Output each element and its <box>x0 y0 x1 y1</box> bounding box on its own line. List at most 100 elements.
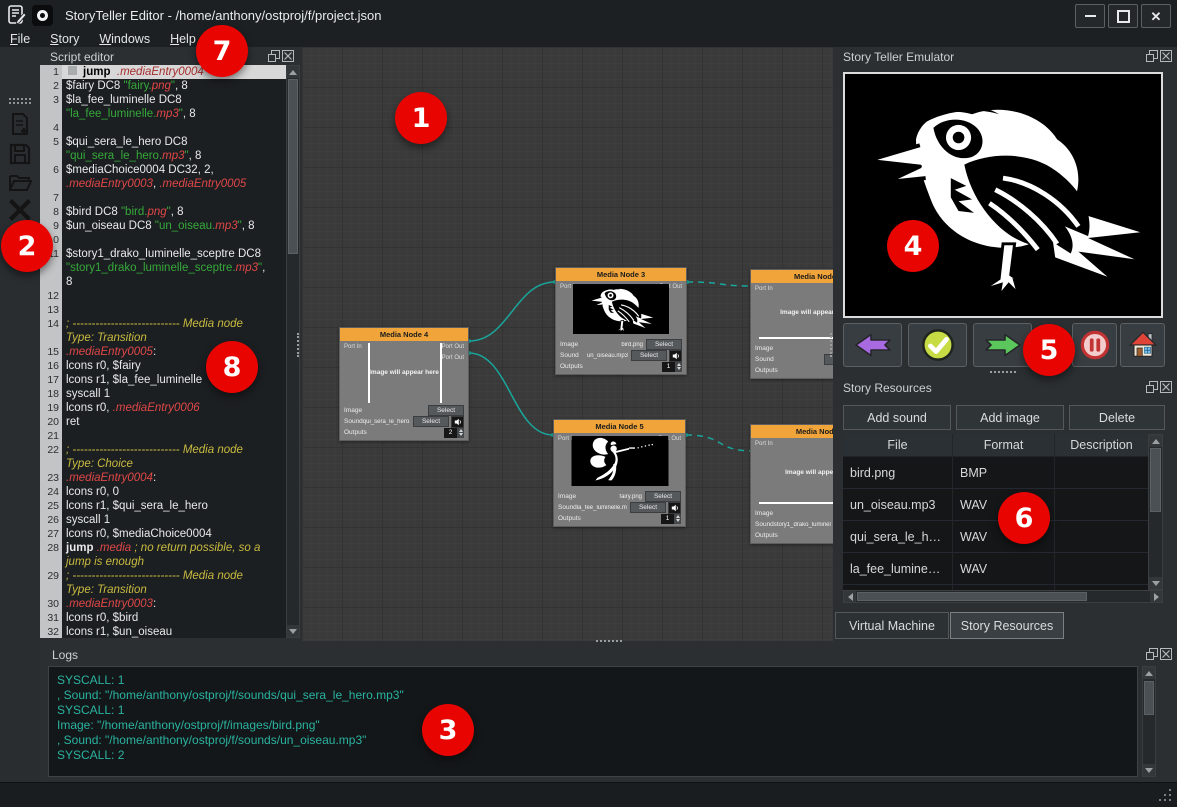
open-button[interactable] <box>8 169 32 195</box>
code-line[interactable]: 1jump .mediaEntry0004 <box>40 65 286 79</box>
node-title[interactable]: Media Node 6 <box>751 425 833 438</box>
port-out[interactable]: Port Out <box>442 355 464 361</box>
home-button[interactable] <box>1120 323 1165 367</box>
select-button[interactable]: Select <box>645 491 681 502</box>
column-header[interactable]: Description <box>1055 434 1148 456</box>
spinner-arrows[interactable] <box>674 514 681 524</box>
code-line[interactable]: jump is enough <box>40 555 286 569</box>
media-node[interactable]: Media Node 3Port InPort Out Imagebird.pn… <box>555 267 687 375</box>
resources-table-hscrollbar[interactable] <box>843 590 1163 603</box>
outputs-spinner[interactable]: 1 <box>662 362 675 372</box>
table-row[interactable]: qui_sera_le_h…WAV <box>843 521 1148 553</box>
splitter-editor-canvas[interactable] <box>297 333 299 357</box>
code-line[interactable]: 32lcons r1, $un_oiseau <box>40 625 286 638</box>
code-line[interactable]: 5$qui_sera_le_hero DC8 <box>40 135 286 149</box>
validate-button[interactable] <box>908 323 967 367</box>
close-panel-icon[interactable] <box>282 50 294 62</box>
resources-table[interactable]: FileFormatDescriptionbird.pngBMPun_oisea… <box>843 434 1148 590</box>
tab-story-resources[interactable]: Story Resources <box>950 612 1064 639</box>
column-header[interactable]: File <box>843 434 953 456</box>
close-panel-icon[interactable] <box>1160 50 1172 62</box>
menu-story[interactable]: Story <box>40 31 89 47</box>
media-node[interactable]: Media Node 5Port InPort Out Imagefairy.p… <box>553 419 686 527</box>
pause-button[interactable] <box>1072 323 1117 367</box>
close-panel-icon[interactable] <box>1160 381 1172 393</box>
float-panel-icon[interactable] <box>1146 50 1158 62</box>
table-row[interactable]: un_oiseau.mp3WAV <box>843 489 1148 521</box>
media-node[interactable]: Media NodePort InImage will appear hereI… <box>750 269 833 379</box>
code-line[interactable]: 12 <box>40 289 286 303</box>
code-line[interactable]: 19lcons r0, .mediaEntry0006 <box>40 401 286 415</box>
code-line[interactable]: 23.mediaEntry0004: <box>40 471 286 485</box>
node-title[interactable]: Media Node 3 <box>556 268 686 281</box>
add-image-button[interactable]: Add image <box>956 405 1064 430</box>
float-panel-icon[interactable] <box>268 50 280 62</box>
select-button[interactable]: Select <box>630 502 666 513</box>
outputs-spinner[interactable]: 2 <box>444 428 457 438</box>
minimize-button[interactable] <box>1075 4 1105 28</box>
code-line[interactable]: 26syscall 1 <box>40 513 286 527</box>
node-graph-canvas[interactable]: Media Node 4Port InPort OutPort OutImage… <box>302 47 833 641</box>
table-row[interactable]: bird.pngBMP <box>843 457 1148 489</box>
code-line[interactable]: 31lcons r0, $bird <box>40 611 286 625</box>
save-button[interactable] <box>8 141 32 167</box>
new-script-button[interactable] <box>8 111 32 137</box>
logs-output[interactable]: SYSCALL: 1, Sound: "/home/anthony/ostpro… <box>48 666 1138 777</box>
maximize-button[interactable] <box>1108 4 1138 28</box>
code-line[interactable]: 2$fairy DC8 "fairy.png", 8 <box>40 79 286 93</box>
code-line[interactable]: .mediaEntry0003, .mediaEntry0005 <box>40 177 286 191</box>
code-line[interactable]: 10 <box>40 233 286 247</box>
code-line[interactable]: 25lcons r1, $qui_sera_le_hero <box>40 499 286 513</box>
select-button[interactable]: Select <box>646 339 682 350</box>
code-line[interactable]: 7 <box>40 191 286 205</box>
port-in[interactable]: Port In <box>755 286 773 292</box>
resize-grip[interactable] <box>1159 789 1171 801</box>
select-button[interactable]: Select <box>631 350 667 361</box>
node-title[interactable]: Media Node <box>751 270 833 283</box>
code-line[interactable]: "story1_drako_luminelle_sceptre.mp3", <box>40 261 286 275</box>
code-line[interactable]: 18syscall 1 <box>40 387 286 401</box>
code-line[interactable]: 3$la_fee_luminelle DC8 <box>40 93 286 107</box>
code-line[interactable]: 27lcons r0, $mediaChoice0004 <box>40 527 286 541</box>
splitter-emulator-resources[interactable] <box>990 371 1016 373</box>
code-line[interactable]: 13 <box>40 303 286 317</box>
code-line[interactable]: "qui_sera_le_hero.mp3", 8 <box>40 149 286 163</box>
resources-table-vscrollbar[interactable] <box>1148 434 1163 590</box>
code-line[interactable]: 11$story1_drako_luminelle_sceptre DC8 <box>40 247 286 261</box>
back-button[interactable] <box>843 323 902 367</box>
code-line[interactable]: 22; ---------------------------- Media n… <box>40 443 286 457</box>
splitter-canvas-right[interactable] <box>830 333 832 357</box>
code-line[interactable]: 21 <box>40 429 286 443</box>
add-sound-button[interactable]: Add sound <box>843 405 951 430</box>
speaker-icon[interactable] <box>668 502 681 514</box>
code-line[interactable]: 6$mediaChoice0004 DC32, 2, <box>40 163 286 177</box>
delete-resource-button[interactable]: Delete <box>1069 405 1165 430</box>
toolbar-drag-handle[interactable] <box>9 98 31 104</box>
media-node[interactable]: Media Node 4Port InPort OutPort OutImage… <box>339 327 469 441</box>
node-title[interactable]: Media Node 5 <box>554 420 685 433</box>
select-button[interactable]: Select <box>413 416 449 427</box>
spinner-arrows[interactable] <box>457 428 464 438</box>
code-line[interactable]: 9$un_oiseau DC8 "un_oiseau.mp3", 8 <box>40 219 286 233</box>
close-button[interactable]: ✕ <box>1141 4 1171 28</box>
code-line[interactable]: 20ret <box>40 415 286 429</box>
table-row[interactable]: la_fee_lumine…WAV <box>843 553 1148 585</box>
splitter-canvas-logs[interactable] <box>596 640 622 642</box>
code-line[interactable]: Type: Transition <box>40 331 286 345</box>
title-bar[interactable]: StoryTeller Editor - /home/anthony/ostpr… <box>0 0 1177 30</box>
tab-virtual-machine[interactable]: Virtual Machine <box>835 612 949 639</box>
code-line[interactable]: "la_fee_luminelle.mp3", 8 <box>40 107 286 121</box>
code-line[interactable]: 8 <box>40 275 286 289</box>
speaker-icon[interactable] <box>451 416 464 428</box>
code-line[interactable]: 30.mediaEntry0003: <box>40 597 286 611</box>
float-panel-icon[interactable] <box>1146 381 1158 393</box>
code-line[interactable]: Type: Transition <box>40 583 286 597</box>
code-line[interactable]: 29; ---------------------------- Media n… <box>40 569 286 583</box>
port-in[interactable]: Port In <box>344 344 362 350</box>
media-node[interactable]: Media Node 6Port InImage will appear her… <box>750 424 833 544</box>
code-line[interactable]: 4 <box>40 121 286 135</box>
logs-scrollbar[interactable] <box>1142 666 1156 777</box>
spinner-arrows[interactable] <box>675 362 682 372</box>
code-line[interactable]: Type: Choice <box>40 457 286 471</box>
speaker-icon[interactable] <box>669 350 682 362</box>
